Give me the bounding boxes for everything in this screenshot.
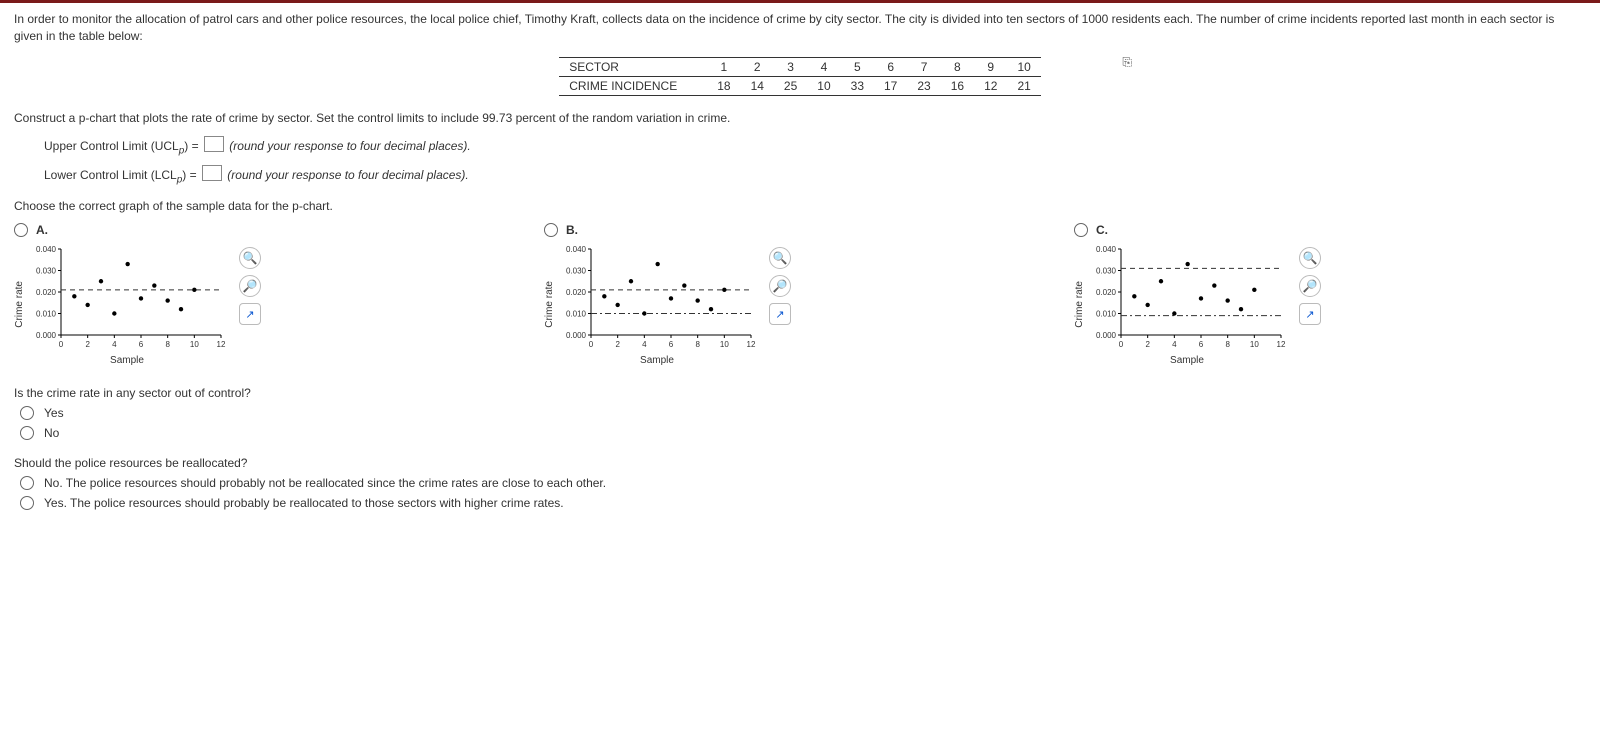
svg-text:10: 10 [720, 340, 729, 349]
svg-text:12: 12 [217, 340, 226, 349]
svg-text:2: 2 [85, 340, 90, 349]
chart-a: 0.040 0.030 0.020 0.010 0.0000 2 4 6 8 10 12 [27, 243, 227, 353]
zoom-out-icon[interactable]: 🔎 [239, 275, 261, 297]
radio-no[interactable] [20, 426, 34, 440]
svg-text:10: 10 [190, 340, 199, 349]
choose-graph-text: Choose the correct graph of the sample d… [14, 199, 1586, 213]
svg-text:0.030: 0.030 [36, 267, 57, 276]
opt-realloc-yes: Yes. The police resources should probabl… [44, 496, 564, 510]
svg-text:6: 6 [139, 340, 144, 349]
y-label-b: Crime rate [544, 281, 555, 328]
lcl-input[interactable] [202, 165, 222, 181]
x-label-a: Sample [110, 355, 144, 366]
q-out-of-control: Is the crime rate in any sector out of c… [14, 386, 1586, 400]
lcl-row: Lower Control Limit (LCLp) = (round your… [44, 165, 1586, 185]
svg-text:8: 8 [1225, 340, 1230, 349]
radio-realloc-no[interactable] [20, 476, 34, 490]
open-icon[interactable]: ↗ [1299, 303, 1321, 325]
svg-text:0.010: 0.010 [36, 310, 57, 319]
sector-table-wrap: ⎘ SECTOR 12 34 56 78 910 CRIME INCIDENCE… [480, 57, 1120, 96]
ucl-row: Upper Control Limit (UCLp) = (round your… [44, 136, 1586, 156]
svg-text:0: 0 [589, 340, 594, 349]
svg-text:0: 0 [59, 340, 64, 349]
chart-b: 0.040 0.030 0.020 0.010 0.0000 2 4 6 8 10 12 [557, 243, 757, 353]
svg-text:6: 6 [669, 340, 674, 349]
x-label-b: Sample [640, 355, 674, 366]
zoom-out-icon[interactable]: 🔎 [1299, 275, 1321, 297]
svg-text:12: 12 [747, 340, 756, 349]
svg-text:0.040: 0.040 [1096, 245, 1117, 254]
svg-text:4: 4 [642, 340, 647, 349]
y-label-c: Crime rate [1074, 281, 1085, 328]
chart-c: 0.040 0.030 0.020 0.010 0.0000 2 4 6 8 10 12 [1087, 243, 1287, 353]
opt-no: No [44, 426, 59, 440]
svg-text:0.010: 0.010 [1096, 310, 1117, 319]
row-label-sector: SECTOR [559, 57, 707, 76]
radio-option-a[interactable] [14, 223, 28, 237]
copy-icon[interactable]: ⎘ [1122, 55, 1132, 70]
sector-table: SECTOR 12 34 56 78 910 CRIME INCIDENCE 1… [559, 57, 1041, 96]
svg-text:2: 2 [1145, 340, 1150, 349]
option-a-label: A. [36, 223, 48, 237]
svg-text:4: 4 [1172, 340, 1177, 349]
svg-text:12: 12 [1277, 340, 1286, 349]
svg-text:0.030: 0.030 [566, 267, 587, 276]
svg-text:0.040: 0.040 [566, 245, 587, 254]
svg-text:0.000: 0.000 [1096, 331, 1117, 340]
svg-text:0.040: 0.040 [36, 245, 57, 254]
zoom-out-icon[interactable]: 🔎 [769, 275, 791, 297]
problem-intro: In order to monitor the allocation of pa… [14, 11, 1586, 45]
option-b-label: B. [566, 223, 578, 237]
svg-text:6: 6 [1199, 340, 1204, 349]
svg-text:0.000: 0.000 [36, 331, 57, 340]
svg-text:0: 0 [1119, 340, 1124, 349]
zoom-in-icon[interactable]: 🔍 [769, 247, 791, 269]
zoom-in-icon[interactable]: 🔍 [239, 247, 261, 269]
svg-text:2: 2 [615, 340, 620, 349]
row-label-crime: CRIME INCIDENCE [559, 76, 707, 95]
radio-option-c[interactable] [1074, 223, 1088, 237]
svg-text:10: 10 [1250, 340, 1259, 349]
svg-text:4: 4 [112, 340, 117, 349]
zoom-in-icon[interactable]: 🔍 [1299, 247, 1321, 269]
svg-text:0.020: 0.020 [1096, 288, 1117, 297]
option-c-label: C. [1096, 223, 1108, 237]
opt-realloc-no: No. The police resources should probably… [44, 476, 606, 490]
y-label-a: Crime rate [14, 281, 25, 328]
svg-text:0.020: 0.020 [36, 288, 57, 297]
svg-text:0.010: 0.010 [566, 310, 587, 319]
construct-instruction: Construct a p-chart that plots the rate … [14, 110, 734, 127]
svg-text:8: 8 [165, 340, 170, 349]
radio-realloc-yes[interactable] [20, 496, 34, 510]
svg-text:0.020: 0.020 [566, 288, 587, 297]
radio-yes[interactable] [20, 406, 34, 420]
opt-yes: Yes [44, 406, 64, 420]
open-icon[interactable]: ↗ [769, 303, 791, 325]
svg-text:8: 8 [695, 340, 700, 349]
radio-option-b[interactable] [544, 223, 558, 237]
svg-text:0.030: 0.030 [1096, 267, 1117, 276]
q-reallocate: Should the police resources be reallocat… [14, 456, 1586, 470]
x-label-c: Sample [1170, 355, 1204, 366]
open-icon[interactable]: ↗ [239, 303, 261, 325]
svg-text:0.000: 0.000 [566, 331, 587, 340]
ucl-input[interactable] [204, 136, 224, 152]
